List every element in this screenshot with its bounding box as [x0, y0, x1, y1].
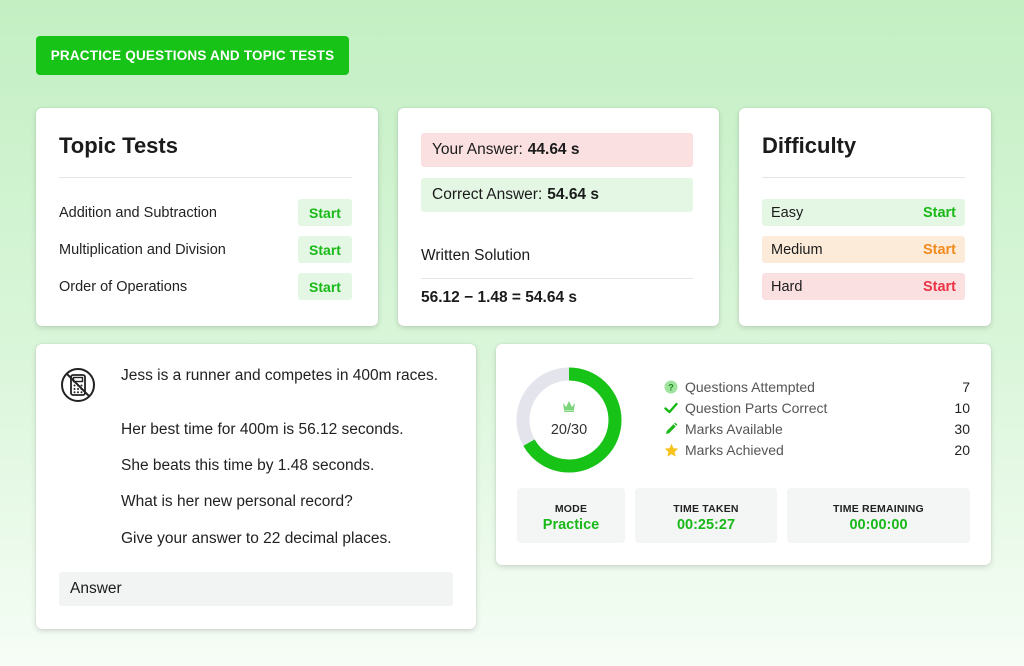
topic-tests-card: Topic Tests Addition and Subtraction Sta… — [36, 108, 378, 326]
your-answer-value: 44.64 s — [527, 141, 580, 158]
question-line: Give your answer to 22 decimal places. — [121, 530, 392, 547]
tile-value: Practice — [542, 517, 600, 533]
stat-questions-attempted: ? Questions Attempted 7 — [663, 377, 970, 397]
tile-value: 00:00:00 — [849, 517, 908, 533]
correct-answer-box: Correct Answer: 54.64 s — [421, 178, 693, 212]
written-solution-text: 56.12 − 1.48 = 54.64 s — [421, 289, 577, 306]
start-medium-button[interactable]: Start — [923, 242, 956, 258]
difficulty-title: Difficulty — [762, 133, 857, 158]
difficulty-card: Difficulty Easy Start Medium Start Hard … — [739, 108, 991, 326]
tile-label: MODE — [554, 503, 588, 515]
topic-tests-title: Topic Tests — [59, 133, 178, 158]
topic-row-multiplication: Multiplication and Division Start — [59, 236, 352, 263]
divider — [762, 177, 965, 178]
question-circle-icon: ? — [663, 379, 679, 395]
topic-label: Multiplication and Division — [59, 241, 226, 258]
topic-row-order-of-operations: Order of Operations Start — [59, 273, 352, 300]
question-line: Her best time for 400m is 56.12 seconds. — [121, 421, 404, 438]
stat-value: 10 — [954, 400, 970, 416]
question-line: She beats this time by 1.48 seconds. — [121, 457, 375, 474]
tile-value: 00:25:27 — [676, 517, 736, 533]
correct-answer-value: 54.64 s — [547, 186, 599, 203]
tile-label: TIME TAKEN — [673, 503, 739, 515]
checkmark-icon — [663, 400, 679, 416]
start-order-of-operations-button[interactable]: Start — [298, 273, 352, 300]
stat-label: Questions Attempted — [685, 379, 815, 395]
stat-marks-achieved: Marks Achieved 20 — [663, 440, 970, 460]
score-donut — [516, 367, 622, 473]
stat-label: Question Parts Correct — [685, 400, 828, 416]
difficulty-hard-row[interactable]: Hard Start — [762, 273, 965, 300]
difficulty-label: Easy — [771, 204, 804, 221]
stat-label: Marks Available — [685, 421, 783, 437]
stat-label: Marks Achieved — [685, 442, 784, 458]
time-remaining-tile: TIME REMAINING 00:00:00 — [787, 488, 970, 543]
topic-label: Addition and Subtraction — [59, 204, 217, 221]
mode-tile: MODE Practice — [517, 488, 625, 543]
no-calculator-icon — [61, 368, 95, 402]
start-hard-button[interactable]: Start — [923, 279, 956, 295]
tile-label: TIME REMAINING — [833, 503, 924, 515]
pencil-icon — [663, 421, 679, 437]
answer-feedback-card: Your Answer: 44.64 s Correct Answer: 54.… — [398, 108, 719, 326]
topic-row-addition: Addition and Subtraction Start — [59, 199, 352, 226]
stat-value: 7 — [962, 379, 970, 395]
score-text: 20/30 — [550, 422, 588, 438]
your-answer-box: Your Answer: 44.64 s — [421, 133, 693, 167]
divider — [421, 278, 693, 279]
svg-text:?: ? — [668, 382, 674, 392]
correct-answer-label: Correct Answer: — [432, 186, 543, 203]
start-multiplication-button[interactable]: Start — [298, 236, 352, 263]
question-card: Jess is a runner and competes in 400m ra… — [36, 344, 476, 629]
divider — [59, 177, 352, 178]
stat-value: 20 — [954, 442, 970, 458]
page-banner: PRACTICE QUESTIONS AND TOPIC TESTS — [36, 36, 349, 75]
time-taken-tile: TIME TAKEN 00:25:27 — [635, 488, 777, 543]
topic-label: Order of Operations — [59, 278, 188, 295]
written-solution-title: Written Solution — [421, 247, 531, 264]
difficulty-label: Hard — [771, 278, 803, 295]
difficulty-medium-row[interactable]: Medium Start — [762, 236, 965, 263]
start-easy-button[interactable]: Start — [923, 205, 956, 221]
stat-value: 30 — [954, 421, 970, 437]
question-line: Jess is a runner and competes in 400m ra… — [121, 367, 439, 384]
stat-marks-available: Marks Available 30 — [663, 419, 970, 439]
start-addition-button[interactable]: Start — [298, 199, 352, 226]
question-line: What is her new personal record? — [121, 493, 353, 510]
crown-icon — [563, 401, 575, 412]
answer-input[interactable] — [59, 572, 453, 606]
star-icon — [663, 442, 679, 458]
stats-card: 20/30 ? Questions Attempted 7 Question P… — [496, 344, 991, 565]
difficulty-label: Medium — [771, 241, 823, 258]
your-answer-label: Your Answer: — [432, 141, 523, 158]
difficulty-easy-row[interactable]: Easy Start — [762, 199, 965, 226]
stat-question-parts-correct: Question Parts Correct 10 — [663, 398, 970, 418]
